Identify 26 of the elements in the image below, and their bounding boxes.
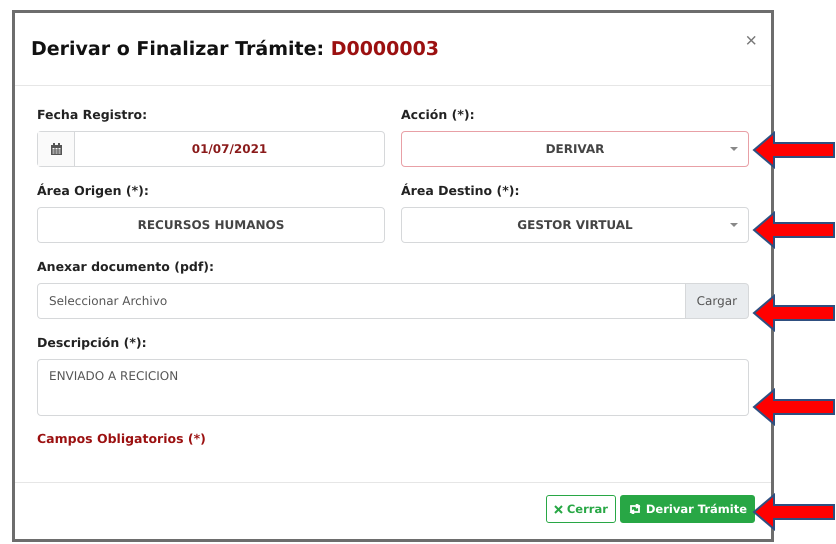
calendar-icon <box>50 143 62 155</box>
upload-button[interactable]: Cargar <box>686 283 749 319</box>
repeat-icon <box>628 504 642 514</box>
caret-icon <box>730 147 738 151</box>
arrow-icon <box>752 294 836 332</box>
text-field[interactable]: RECURSOS HUMANOS <box>37 207 385 243</box>
field-label: Área Origen (*): <box>37 183 150 198</box>
caret-icon <box>730 223 738 227</box>
close-icon <box>554 504 563 514</box>
file-field[interactable]: Seleccionar Archivo <box>37 283 686 319</box>
field-label: Acción (*): <box>401 107 476 122</box>
arrow-icon <box>752 388 836 426</box>
date-field[interactable]: 01/07/2021 <box>37 131 385 167</box>
arrow-icon <box>752 131 836 169</box>
field-label: Anexar documento (pdf): <box>37 259 215 274</box>
close-button[interactable]: × <box>745 30 757 52</box>
arrow-icon <box>752 211 836 249</box>
field-label: Fecha Registro: <box>37 107 148 122</box>
field-label: Área Destino (*): <box>401 183 520 198</box>
select-field[interactable]: DERIVAR <box>401 131 749 167</box>
arrow-icon <box>752 493 836 531</box>
field-label: Descripción (*): <box>37 335 148 350</box>
modal-title: Derivar o Finalizar Trámite: D0000003 <box>31 38 440 60</box>
description-field[interactable]: ENVIADO A RECICION <box>37 359 749 416</box>
select-field[interactable]: GESTOR VIRTUAL <box>401 207 749 243</box>
required-note: Campos Obligatorios (*) <box>37 431 207 446</box>
